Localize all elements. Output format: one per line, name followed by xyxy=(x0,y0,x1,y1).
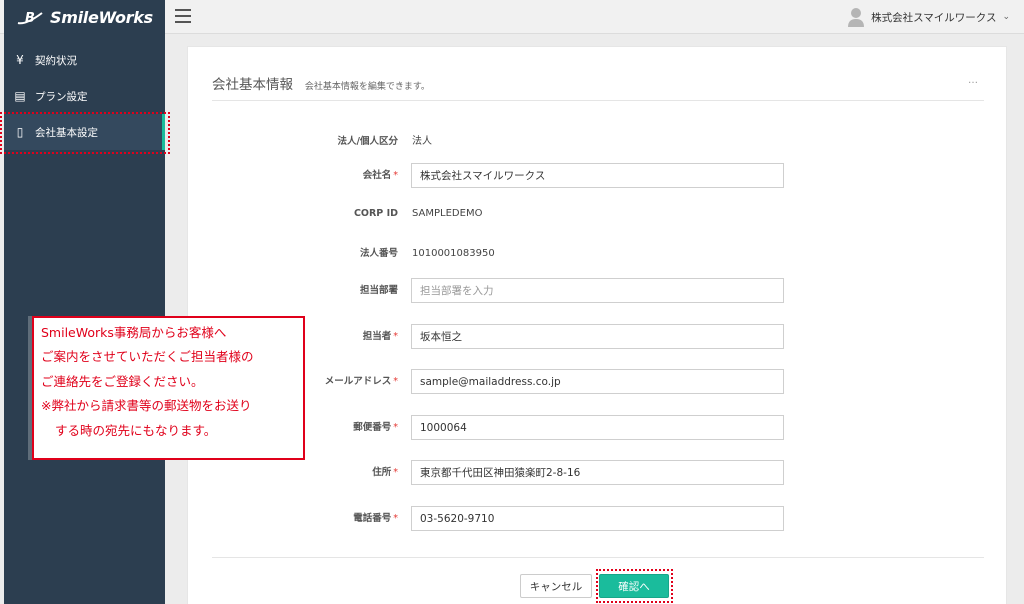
callout-line: SmileWorks事務局からお客様へ xyxy=(41,325,227,340)
user-menu[interactable]: 株式会社スマイルワークス ⌄ xyxy=(847,0,1010,34)
phone-label: 電話番号 * xyxy=(353,513,398,524)
annotation-callout: SmileWorks事務局からお客様へ ご案内をさせていただくご担当者様の ご連… xyxy=(32,316,305,460)
department-label: 担当部署 xyxy=(359,285,398,296)
corp-number-label: 法人番号 xyxy=(359,248,398,259)
chevron-down-icon: ⌄ xyxy=(1002,12,1010,22)
menu-toggle-icon[interactable] xyxy=(175,9,191,23)
panel-footer-divider xyxy=(212,557,984,558)
sidebar-item-company-settings[interactable]: ▯ 会社基本設定 xyxy=(4,114,165,150)
company-info-panel: 会社基本情報 会社基本情報を編集できます。 … 法人/個人区分 法人 会社名 * … xyxy=(187,46,1007,604)
list-icon: ▤ xyxy=(14,89,26,103)
address-input[interactable] xyxy=(411,460,784,485)
row-address: 住所 * xyxy=(188,460,1008,486)
corp-type-value: 法人 xyxy=(412,136,432,147)
sidebar-item-label: 契約状況 xyxy=(35,54,77,67)
logo[interactable]: B SmileWorks xyxy=(4,0,165,34)
sidebar-item-contract[interactable]: ¥ 契約状況 xyxy=(4,42,165,78)
callout-line: ご連絡先をご登録ください。 xyxy=(41,373,204,389)
logo-text: SmileWorks xyxy=(50,7,153,27)
row-postal: 郵便番号 * xyxy=(188,415,1008,441)
corp-id-value: SAMPLEDEMO xyxy=(412,208,483,219)
address-label: 住所 * xyxy=(372,467,398,478)
email-label: メールアドレス * xyxy=(324,376,398,387)
row-company-name: 会社名 * xyxy=(188,163,1008,189)
document-icon: ▯ xyxy=(16,125,24,139)
corp-number-value: 1010001083950 xyxy=(412,248,495,259)
row-phone: 電話番号 * xyxy=(188,506,1008,532)
row-corp-id: CORP ID SAMPLEDEMO xyxy=(188,201,1008,227)
postal-label: 郵便番号 * xyxy=(353,422,398,433)
panel-header: 会社基本情報 会社基本情報を編集できます。 … xyxy=(212,73,984,101)
callout-line: ご案内をさせていただくご担当者様の xyxy=(41,349,254,365)
phone-input[interactable] xyxy=(411,506,784,531)
confirm-button[interactable]: 確認へ xyxy=(599,574,669,598)
postal-input[interactable] xyxy=(411,415,784,440)
smileworks-logo-icon: B xyxy=(17,11,43,26)
row-email: メールアドレス * xyxy=(188,369,1008,395)
user-name: 株式会社スマイルワークス xyxy=(871,11,997,24)
svg-text:B: B xyxy=(25,11,35,26)
row-corp-type: 法人/個人区分 法人 xyxy=(188,129,1008,155)
page-subtitle: 会社基本情報を編集できます。 xyxy=(304,82,430,92)
corp-id-label: CORP ID xyxy=(353,208,398,219)
department-input[interactable] xyxy=(411,278,784,303)
sidebar-item-plan[interactable]: ▤ プラン設定 xyxy=(4,78,165,114)
row-department: 担当部署 xyxy=(188,278,1008,304)
user-avatar-icon xyxy=(848,8,865,27)
callout-line: する時の宛先にもなります。 xyxy=(55,422,217,438)
row-corp-number: 法人番号 1010001083950 xyxy=(188,241,1008,267)
row-person: 担当者 * xyxy=(188,324,1008,350)
email-input[interactable] xyxy=(411,369,784,394)
corp-type-label: 法人/個人区分 xyxy=(337,136,398,147)
sidebar-item-label: プラン設定 xyxy=(35,90,88,103)
more-options-icon[interactable]: … xyxy=(968,75,978,86)
top-bar: B SmileWorks 株式会社スマイルワークス ⌄ xyxy=(0,0,1024,34)
sidebar-item-label: 会社基本設定 xyxy=(35,126,98,139)
person-input[interactable] xyxy=(411,324,784,349)
company-name-input[interactable] xyxy=(411,163,784,188)
person-label: 担当者 * xyxy=(362,331,398,342)
yen-icon: ¥ xyxy=(16,53,24,67)
cancel-button[interactable]: キャンセル xyxy=(520,574,592,598)
company-name-label: 会社名 * xyxy=(362,170,398,181)
page-title: 会社基本情報 xyxy=(212,77,293,93)
callout-line: ※弊社から請求書等の郵送物をお送り xyxy=(41,398,252,414)
